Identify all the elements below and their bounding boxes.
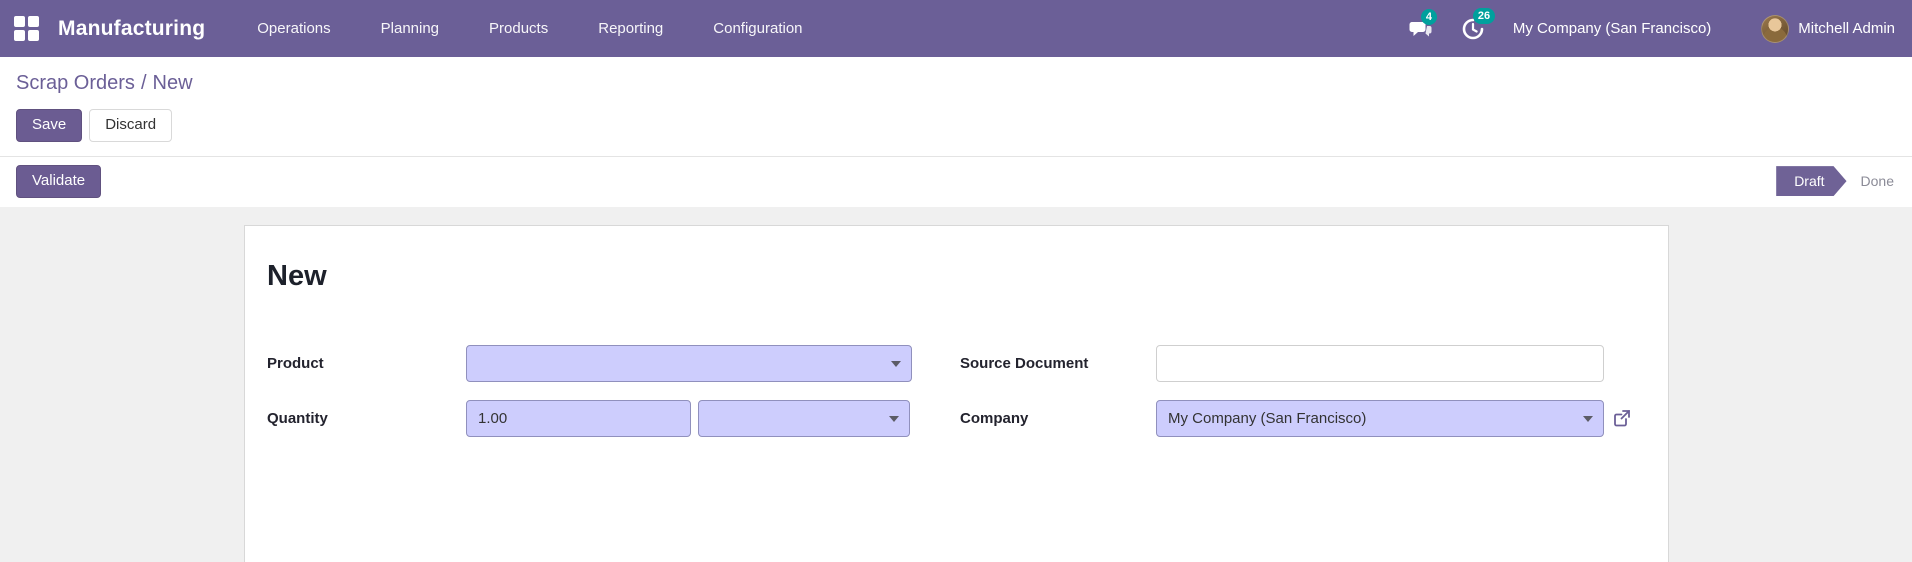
company-cell: My Company (San Francisco) (1156, 400, 1644, 437)
menu-item-products[interactable]: Products (485, 14, 552, 43)
dropdown-caret-icon[interactable] (1583, 416, 1593, 422)
quantity-row (466, 400, 912, 437)
breadcrumb: Scrap Orders/New (0, 57, 1912, 95)
record-title: New (267, 260, 1644, 293)
uom-field (698, 400, 910, 437)
user-avatar (1761, 15, 1789, 43)
control-panel: Scrap Orders/New Save Discard Validate D… (0, 57, 1912, 207)
apps-grid-square (14, 30, 25, 41)
apps-menu-icon[interactable] (14, 16, 40, 42)
user-name: Mitchell Admin (1798, 20, 1895, 37)
quantity-field (466, 400, 691, 437)
menu-item-reporting[interactable]: Reporting (594, 14, 667, 43)
main-menu: Operations Planning Products Reporting C… (253, 14, 806, 43)
apps-grid-square (28, 30, 39, 41)
systray: 4 26 My Company (San Francisco) Mitchell… (1409, 15, 1895, 43)
top-navbar: Manufacturing Operations Planning Produc… (0, 0, 1912, 57)
status-widget: Draft Done (1776, 166, 1896, 196)
quantity-label: Quantity (267, 410, 466, 427)
validate-button[interactable]: Validate (16, 165, 101, 198)
company-value: My Company (San Francisco) (1157, 410, 1392, 427)
status-done[interactable]: Done (1861, 173, 1894, 189)
source-document-input[interactable] (1157, 346, 1603, 381)
product-field (466, 345, 912, 382)
source-document-field (1156, 345, 1604, 382)
product-label: Product (267, 355, 466, 372)
external-link-icon[interactable] (1612, 408, 1632, 428)
field-grid: Product Source Document Quantity (267, 345, 1644, 437)
status-draft[interactable]: Draft (1776, 166, 1846, 196)
statusbar-row: Validate Draft Done (0, 156, 1912, 207)
activities-button[interactable]: 26 (1461, 17, 1485, 41)
discard-button[interactable]: Discard (89, 109, 172, 142)
company-label: Company (960, 410, 1156, 427)
messages-count-badge: 4 (1421, 9, 1437, 25)
user-menu[interactable]: Mitchell Admin (1761, 15, 1895, 43)
apps-grid-square (14, 16, 25, 27)
menu-item-operations[interactable]: Operations (253, 14, 334, 43)
product-input[interactable] (467, 346, 911, 381)
form-action-buttons: Save Discard (0, 95, 1912, 156)
form-sheet: New Product Source Document Quantity (244, 225, 1669, 562)
quantity-input[interactable] (467, 401, 690, 436)
app-title[interactable]: Manufacturing (58, 17, 205, 41)
save-button[interactable]: Save (16, 109, 82, 142)
messages-button[interactable]: 4 (1409, 18, 1433, 40)
menu-item-planning[interactable]: Planning (377, 14, 443, 43)
activities-count-badge: 26 (1473, 8, 1495, 24)
content-area: New Product Source Document Quantity (0, 207, 1912, 562)
company-field[interactable]: My Company (San Francisco) (1156, 400, 1604, 437)
company-switcher[interactable]: My Company (San Francisco) (1513, 20, 1711, 37)
breadcrumb-current: New (153, 72, 193, 94)
menu-item-configuration[interactable]: Configuration (709, 14, 806, 43)
source-document-label: Source Document (960, 355, 1156, 372)
apps-grid-square (28, 16, 39, 27)
breadcrumb-scrap-orders[interactable]: Scrap Orders (16, 72, 135, 94)
breadcrumb-separator: / (135, 72, 153, 94)
uom-input[interactable] (699, 401, 909, 436)
